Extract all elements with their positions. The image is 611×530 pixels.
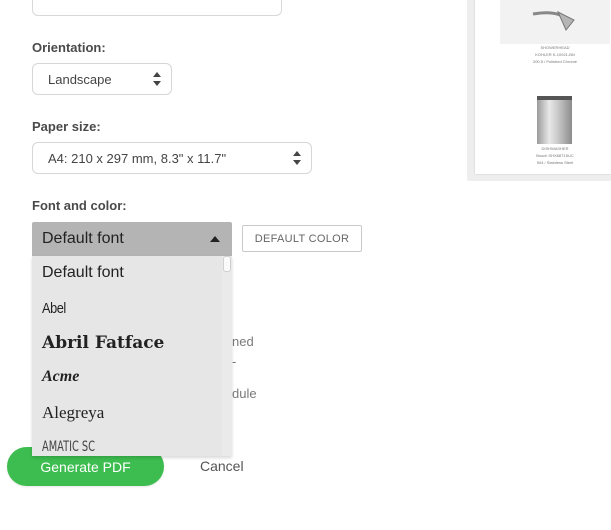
top-field[interactable] [32,0,282,16]
preview-item1-line2: 200.5 / Polished Chrome [532,59,578,64]
preview-item1-line1: KOHLER K-10921-BN [535,52,575,57]
cancel-button[interactable]: Cancel [200,458,244,474]
font-dropdown-list[interactable]: Default font Abel Abril Fatface Acme Ale… [32,256,232,456]
orientation-value: Landscape [48,71,112,87]
preview-item2-line1: Bosch SHX88T15UC [536,153,574,158]
font-option-abel[interactable]: Abel [42,300,66,317]
orientation-select[interactable]: Landscape [32,63,172,95]
default-color-button[interactable]: DEFAULT COLOR [242,225,362,252]
dropdown-scrollbar[interactable] [222,256,232,456]
font-option-alegreya[interactable]: Alegreya [42,403,104,423]
select-stepper-icon [153,72,161,86]
preview-item2-title: DISHWASHER [541,146,569,151]
paper-size-select[interactable]: A4: 210 x 297 mm, 8.3" x 11.7" [32,142,312,174]
partial-text: ned [232,334,254,349]
font-option-abril-fatface[interactable]: Abril Fatface [42,333,164,353]
dishwasher-image [537,96,572,144]
font-option-default[interactable]: Default font [42,264,124,282]
paper-size-value: A4: 210 x 297 mm, 8.3" x 11.7" [48,150,227,166]
paper-size-label: Paper size: [32,119,101,134]
partial-text: - [232,354,237,369]
font-color-label: Font and color: [32,198,127,213]
font-option-amatic-sc[interactable]: Amatic SC [42,439,95,455]
showerhead-icon [532,10,575,31]
font-option-acme[interactable]: Acme [42,368,79,386]
caret-up-icon [210,236,220,242]
scrollbar-thumb[interactable] [223,256,231,272]
preview-item1-title: SHOWERHEAD [540,45,570,50]
preview-item2-line2: 504 / Stainless Steel [536,160,574,165]
orientation-label: Orientation: [32,40,106,55]
showerhead-image [500,0,610,44]
select-stepper-icon [293,151,301,165]
font-select-value: Default font [42,230,124,247]
partial-text: dule [232,386,257,401]
font-select[interactable]: Default font [32,222,232,256]
